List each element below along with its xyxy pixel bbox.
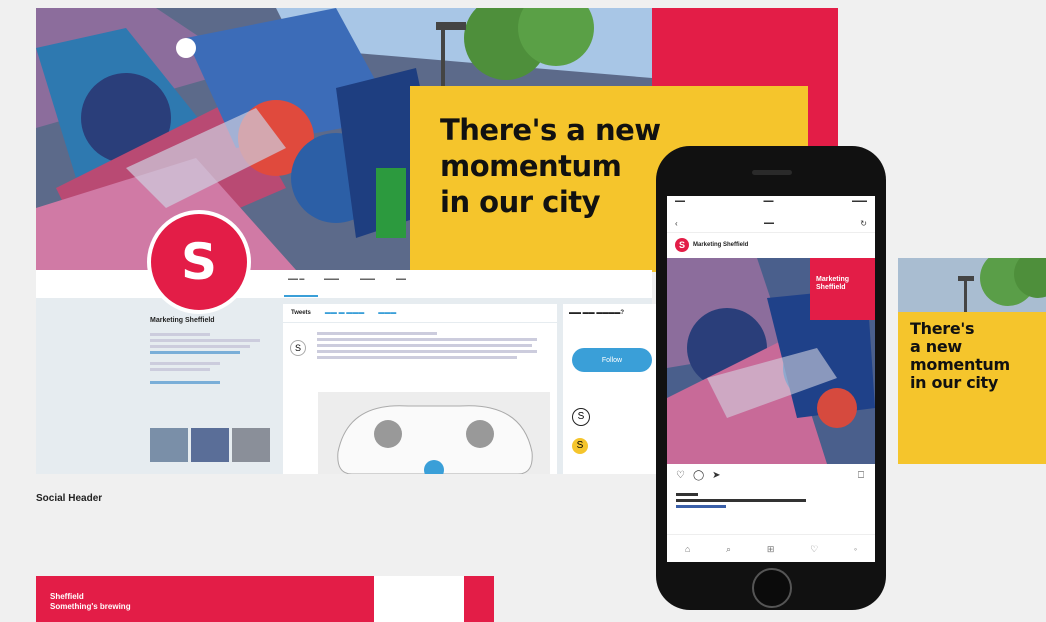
post-brand-tag: Marketing Sheffield <box>810 258 875 320</box>
account-avatar-icon[interactable]: S <box>675 238 689 252</box>
post-caption <box>676 490 806 511</box>
app-header: ‹ ▬▬ ↻ <box>667 214 875 233</box>
status-bar: ▬▬ ▬▬ ▬▬▬ <box>675 198 867 204</box>
banner-red-small <box>464 576 494 622</box>
nav-tweets[interactable]: ▬▬ ▬ <box>288 276 314 302</box>
banner-text: Sheffield Something's brewing <box>50 592 131 612</box>
profile-name: Marketing Sheffield <box>150 317 215 324</box>
profile-bio <box>150 330 270 394</box>
feed-tab-media[interactable]: ▬▬▬ <box>378 310 396 316</box>
follow-button[interactable]: Follow <box>572 348 652 372</box>
bottom-nav: ⌂ ⌕ ⊞ ♡ ◦ <box>667 534 875 563</box>
phone-home-button[interactable] <box>752 568 792 608</box>
profile-logo-icon: S <box>147 210 251 314</box>
profile-icon[interactable]: ◦ <box>854 544 857 554</box>
phone-speaker <box>752 170 792 175</box>
nav-likes[interactable]: ▬▬ <box>396 276 422 302</box>
activity-icon[interactable]: ♡ <box>810 544 818 555</box>
post-account-name[interactable]: Marketing Sheffield <box>693 242 748 248</box>
square-ad-headline: There's a new momentum in our city <box>910 319 1010 392</box>
section-label-social-header: Social Header <box>36 493 103 504</box>
tweet-avatar-icon: S <box>290 340 306 356</box>
nav-followers[interactable]: ▬▬▬ <box>360 276 386 302</box>
banner-line2: Something's brewing <box>50 602 131 611</box>
feed-tab-replies[interactable]: ▬▬ ▬ ▬▬▬ <box>325 310 364 316</box>
nav-active-underline <box>284 295 318 297</box>
feed-tab-tweets[interactable]: Tweets <box>291 310 311 316</box>
media-thumbnails <box>150 428 270 462</box>
thumbnail[interactable] <box>150 428 188 462</box>
back-icon[interactable]: ‹ <box>675 219 678 228</box>
thumbnail[interactable] <box>232 428 270 462</box>
heart-icon[interactable]: ♡ <box>676 470 685 481</box>
banner-white <box>374 576 464 622</box>
bookmark-icon[interactable]: ⎕ <box>858 470 864 481</box>
square-ad-photo <box>898 258 1046 312</box>
add-icon[interactable]: ⊞ <box>767 544 775 555</box>
suggested-account-icon[interactable]: S <box>572 408 590 426</box>
post-actions: ♡ ◯ ➤ <box>676 470 721 481</box>
campaign-headline: There's a new momentum in our city <box>440 113 661 219</box>
game-controller-image <box>318 392 550 474</box>
comment-icon[interactable]: ◯ <box>693 470 704 481</box>
home-icon[interactable]: ⌂ <box>685 544 690 554</box>
suggested-account-icon[interactable]: S <box>572 438 588 454</box>
nav-following[interactable]: ▬▬▬ <box>324 276 350 302</box>
post-header: S Marketing Sheffield <box>667 233 875 257</box>
banner-line1: Sheffield <box>50 592 84 601</box>
share-icon[interactable]: ➤ <box>712 470 720 481</box>
thumbnail[interactable] <box>191 428 229 462</box>
search-icon[interactable]: ⌕ <box>726 544 731 555</box>
refresh-icon[interactable]: ↻ <box>860 219 867 228</box>
twitter-nav: ▬▬ ▬ ▬▬▬ ▬▬▬ ▬▬ <box>288 276 422 302</box>
